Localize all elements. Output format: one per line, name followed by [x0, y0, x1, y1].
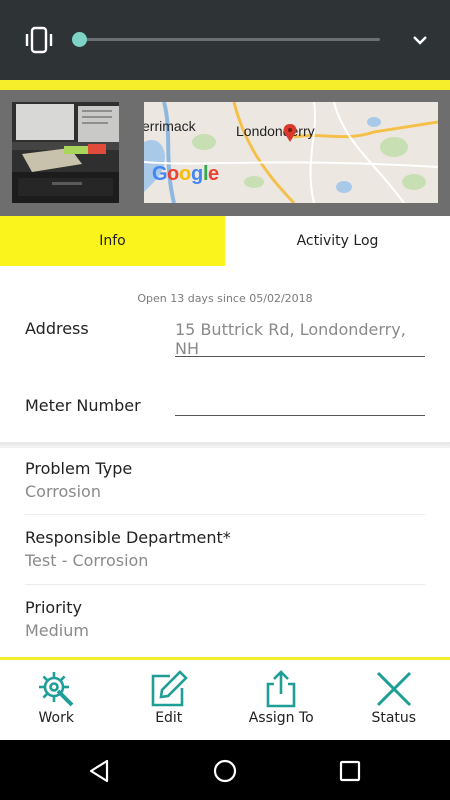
edit-label: Edit — [155, 710, 183, 726]
open-status-note: Open 13 days since 05/02/2018 — [137, 292, 313, 305]
svg-text:g: g — [191, 163, 203, 185]
address-field[interactable]: 15 Buttrick Rd, Londonderry, NH — [175, 320, 425, 358]
detail-value: Medium — [25, 621, 89, 640]
map-label-londonderry: Londonderry — [236, 123, 315, 139]
card-shadow — [0, 442, 450, 448]
chevron-down-icon[interactable] — [410, 31, 430, 49]
accent-stripe — [0, 80, 450, 90]
detail-value: Corrosion — [25, 482, 101, 501]
address-underline — [175, 356, 425, 357]
work-label: Work — [38, 710, 74, 726]
status-label: Status — [371, 710, 417, 726]
svg-text:e: e — [208, 163, 219, 185]
system-nav-bar — [0, 740, 450, 800]
tab-activity-log[interactable]: Activity Log — [225, 216, 450, 266]
address-line-1: 15 Buttrick Rd, Londonderry, — [175, 320, 406, 339]
svg-text:o: o — [167, 163, 179, 185]
back-triangle-icon[interactable] — [87, 758, 113, 784]
detail-label: Problem Type — [25, 459, 133, 478]
detail-label: Responsible Department* — [25, 528, 231, 547]
vibrate-icon[interactable] — [24, 26, 54, 54]
recents-square-icon[interactable] — [337, 758, 363, 784]
detail-problem-type[interactable]: Problem Type Corrosion — [25, 459, 425, 501]
assign-to-button[interactable]: Assign To — [225, 660, 338, 740]
location-map[interactable]: errimack Londonderry G o o g l e — [144, 102, 438, 203]
svg-text:o: o — [179, 163, 191, 185]
work-button[interactable]: Work — [0, 660, 113, 740]
gear-wrench-icon — [39, 672, 74, 707]
tab-bar: Info Activity Log — [0, 216, 450, 266]
action-bar: Work Edit Assign To Status — [0, 660, 450, 740]
home-circle-icon[interactable] — [212, 758, 238, 784]
divider — [25, 514, 425, 515]
detail-value: Test - Corrosion — [25, 551, 149, 570]
volume-slider-thumb[interactable] — [72, 32, 87, 47]
detail-label: Priority — [25, 598, 82, 617]
map-label-merrimack: errimack — [144, 118, 197, 134]
top-bar — [0, 0, 450, 80]
volume-slider-track[interactable] — [80, 38, 380, 41]
divider — [25, 584, 425, 585]
edit-icon — [151, 670, 188, 707]
meter-number-label: Meter Number — [25, 396, 141, 415]
status-button[interactable]: Status — [338, 660, 450, 740]
edit-button[interactable]: Edit — [113, 660, 226, 740]
address-label: Address — [25, 319, 89, 338]
detail-priority[interactable]: Priority Medium — [25, 598, 425, 640]
svg-text:G: G — [152, 163, 168, 185]
photo-thumbnail[interactable] — [12, 102, 119, 203]
share-icon — [266, 670, 296, 708]
google-logo: G o o g l e — [152, 163, 219, 185]
close-icon — [376, 671, 411, 707]
meter-number-underline — [175, 415, 425, 416]
tab-info[interactable]: Info — [0, 216, 225, 266]
assign-to-label: Assign To — [248, 710, 314, 726]
detail-responsible-department[interactable]: Responsible Department* Test - Corrosion — [25, 528, 425, 570]
media-row: errimack Londonderry G o o g l e — [0, 90, 450, 216]
meter-number-field[interactable] — [175, 396, 425, 416]
info-card: Open 13 days since 05/02/2018 Address 15… — [0, 266, 450, 442]
